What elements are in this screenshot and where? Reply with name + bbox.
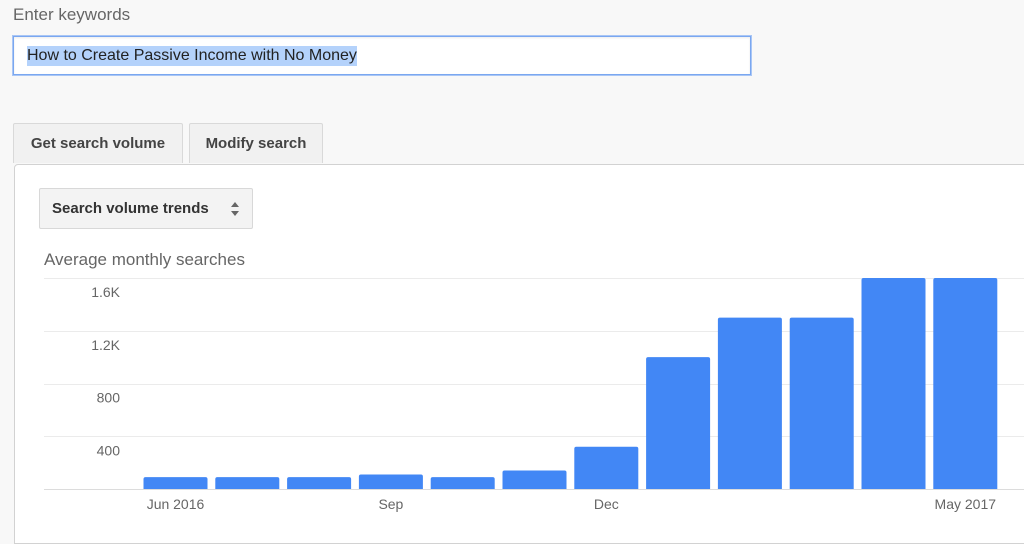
y-tick-label: 800 xyxy=(97,390,121,406)
bar-aug-2016[interactable] xyxy=(287,477,352,489)
x-tick-label: Dec xyxy=(594,496,619,512)
bar-oct-2016[interactable] xyxy=(430,477,495,489)
y-tick-label: 400 xyxy=(97,442,121,458)
bars xyxy=(143,278,998,489)
bar-nov-2016[interactable] xyxy=(502,470,567,489)
x-tick-label: Sep xyxy=(378,496,403,512)
y-tick-label: 1.2K xyxy=(91,337,120,353)
x-tick-label: Jun 2016 xyxy=(147,496,205,512)
bar-may-2017[interactable] xyxy=(933,278,998,489)
bar-jun-2016[interactable] xyxy=(143,477,208,489)
y-axis-ticks: 400 800 1.2K 1.6K xyxy=(91,284,120,458)
bar-sep-2016[interactable] xyxy=(358,474,423,489)
x-tick-label: May 2017 xyxy=(935,496,997,512)
bar-chart: 400 800 1.2K 1.6K Jun 2016 Sep Dec May 2017 xyxy=(44,278,1024,512)
x-axis-ticks: Jun 2016 Sep Dec May 2017 xyxy=(147,496,997,512)
y-tick-label: 1.6K xyxy=(91,284,120,300)
bar-jan-2017[interactable] xyxy=(646,357,711,489)
bar-jul-2016[interactable] xyxy=(215,477,280,489)
bar-mar-2017[interactable] xyxy=(789,317,854,489)
bar-feb-2017[interactable] xyxy=(717,317,782,489)
bar-apr-2017[interactable] xyxy=(861,278,926,489)
bar-dec-2016[interactable] xyxy=(574,446,639,489)
